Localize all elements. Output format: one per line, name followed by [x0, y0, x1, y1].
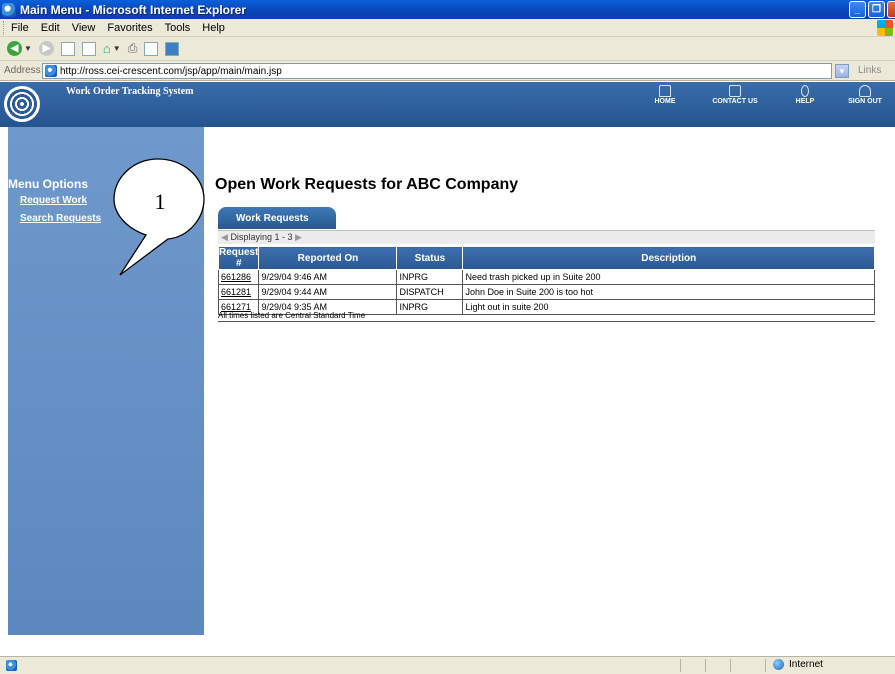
nav-help[interactable]: HELP — [775, 85, 835, 105]
tab-work-requests[interactable]: Work Requests — [218, 207, 336, 229]
back-button[interactable]: ◀ ▼ — [7, 41, 32, 57]
media-icon — [165, 41, 180, 56]
back-arrow-icon: ◀ — [7, 41, 22, 56]
menu-tools[interactable]: Tools — [165, 22, 191, 34]
window-title-bar: Main Menu - Microsoft Internet Explorer … — [0, 0, 895, 19]
column-header[interactable]: Description — [462, 246, 875, 270]
stop-icon — [60, 41, 75, 56]
security-zone: Internet — [773, 659, 823, 670]
address-bar: Address http://ross.cei-crescent.com/jsp… — [0, 61, 895, 81]
window-title: Main Menu - Microsoft Internet Explorer — [20, 2, 247, 17]
timezone-footnote: All times listed are Central Standard Ti… — [218, 311, 875, 322]
menu-view[interactable]: View — [72, 22, 96, 34]
table-row: 661286 9/29/04 9:46 AM INPRG Need trash … — [217, 269, 875, 285]
address-url: http://ross.cei-crescent.com/jsp/app/mai… — [60, 65, 282, 77]
pagination-bar: ◀ Displaying 1 - 3 ▶ — [218, 230, 875, 244]
address-input[interactable]: http://ross.cei-crescent.com/jsp/app/mai… — [42, 63, 832, 79]
nav-sign-out[interactable]: SIGN OUT — [835, 85, 895, 105]
column-header[interactable]: Status — [396, 246, 464, 270]
forward-button[interactable]: ▶ — [38, 41, 54, 57]
edit-button[interactable] — [144, 41, 159, 57]
displaying-text: Displaying 1 - 3 — [230, 232, 293, 242]
description-cell: Need trash picked up in Suite 200 — [462, 269, 875, 285]
reported-on-cell: 9/29/04 9:44 AM — [258, 284, 398, 300]
print-button[interactable]: ⎙ — [128, 41, 138, 57]
request-link[interactable]: 661286 — [221, 272, 251, 282]
table-row: 661281 9/29/04 9:44 AM DISPATCH John Doe… — [217, 284, 875, 300]
status-cell: INPRG — [396, 269, 464, 285]
toolbar: ◀ ▼ ▶ ⌂ ▼ ⎙ — [0, 37, 895, 61]
home-button[interactable]: ⌂ ▼ — [103, 41, 121, 57]
nav-home[interactable]: HOME — [635, 85, 695, 105]
status-bar: Internet — [0, 656, 895, 674]
forward-arrow-icon: ▶ — [38, 41, 54, 56]
globe-icon — [773, 659, 784, 670]
callout-bubble: 1 — [113, 158, 205, 276]
menu-file[interactable]: File — [11, 22, 29, 34]
nav-home-label: HOME — [654, 98, 676, 105]
menu-edit[interactable]: Edit — [41, 22, 60, 34]
edit-icon — [144, 41, 159, 56]
nav-contact-label: CONTACT US — [712, 98, 758, 105]
sign-out-icon — [859, 85, 871, 97]
next-page-icon[interactable]: ▶ — [295, 232, 302, 242]
page-icon — [45, 65, 57, 77]
windows-logo-icon — [877, 20, 893, 36]
ie-icon — [2, 2, 16, 17]
column-header[interactable]: Reported On — [258, 246, 398, 270]
sidebar-item-request-work[interactable]: Request Work — [20, 195, 87, 206]
app-header: Work Order Tracking System HOME CONTACT … — [0, 82, 895, 127]
zone-label: Internet — [789, 659, 823, 670]
sidebar-item-search-requests[interactable]: Search Requests — [20, 213, 101, 224]
menu-help[interactable]: Help — [202, 22, 225, 34]
requests-table: Request # Reported On Status Description… — [217, 246, 875, 315]
sidebar-heading: Menu Options — [8, 177, 88, 191]
status-cell: DISPATCH — [396, 284, 464, 300]
menu-bar: File Edit View Favorites Tools Help — [0, 19, 895, 37]
menu-grip — [3, 20, 6, 35]
restore-button[interactable]: ❐ — [868, 1, 885, 18]
refresh-button[interactable] — [81, 41, 96, 57]
nav-contact-us[interactable]: CONTACT US — [695, 85, 775, 105]
page-status-icon — [6, 660, 17, 671]
reported-on-cell: 9/29/04 9:46 AM — [258, 269, 398, 285]
address-label: Address — [4, 65, 41, 76]
nav-help-label: HELP — [795, 98, 815, 105]
minimize-button[interactable]: _ — [849, 1, 866, 18]
print-icon: ⎙ — [127, 41, 138, 55]
links-button[interactable]: Links — [858, 65, 881, 76]
prev-page-icon[interactable]: ◀ — [221, 232, 228, 242]
menu-favorites[interactable]: Favorites — [107, 22, 152, 34]
web-page: Work Order Tracking System HOME CONTACT … — [0, 82, 895, 654]
envelope-icon — [729, 85, 741, 97]
page-title: Open Work Requests for ABC Company — [215, 176, 519, 193]
address-dropdown-button[interactable]: ▼ — [835, 64, 849, 78]
close-button[interactable] — [887, 1, 895, 18]
help-icon — [801, 85, 809, 97]
callout-number: 1 — [155, 189, 166, 214]
app-title: Work Order Tracking System — [66, 86, 194, 97]
home-toolbar-icon: ⌂ — [102, 41, 111, 56]
company-logo — [4, 86, 40, 122]
column-header[interactable]: Request # — [217, 246, 260, 270]
nav-sign-out-label: SIGN OUT — [848, 98, 882, 105]
media-button[interactable] — [165, 41, 180, 57]
home-icon — [659, 85, 671, 97]
stop-button[interactable] — [60, 41, 75, 57]
description-cell: John Doe in Suite 200 is too hot — [462, 284, 875, 300]
refresh-icon — [81, 41, 96, 56]
request-link[interactable]: 661281 — [221, 287, 251, 297]
